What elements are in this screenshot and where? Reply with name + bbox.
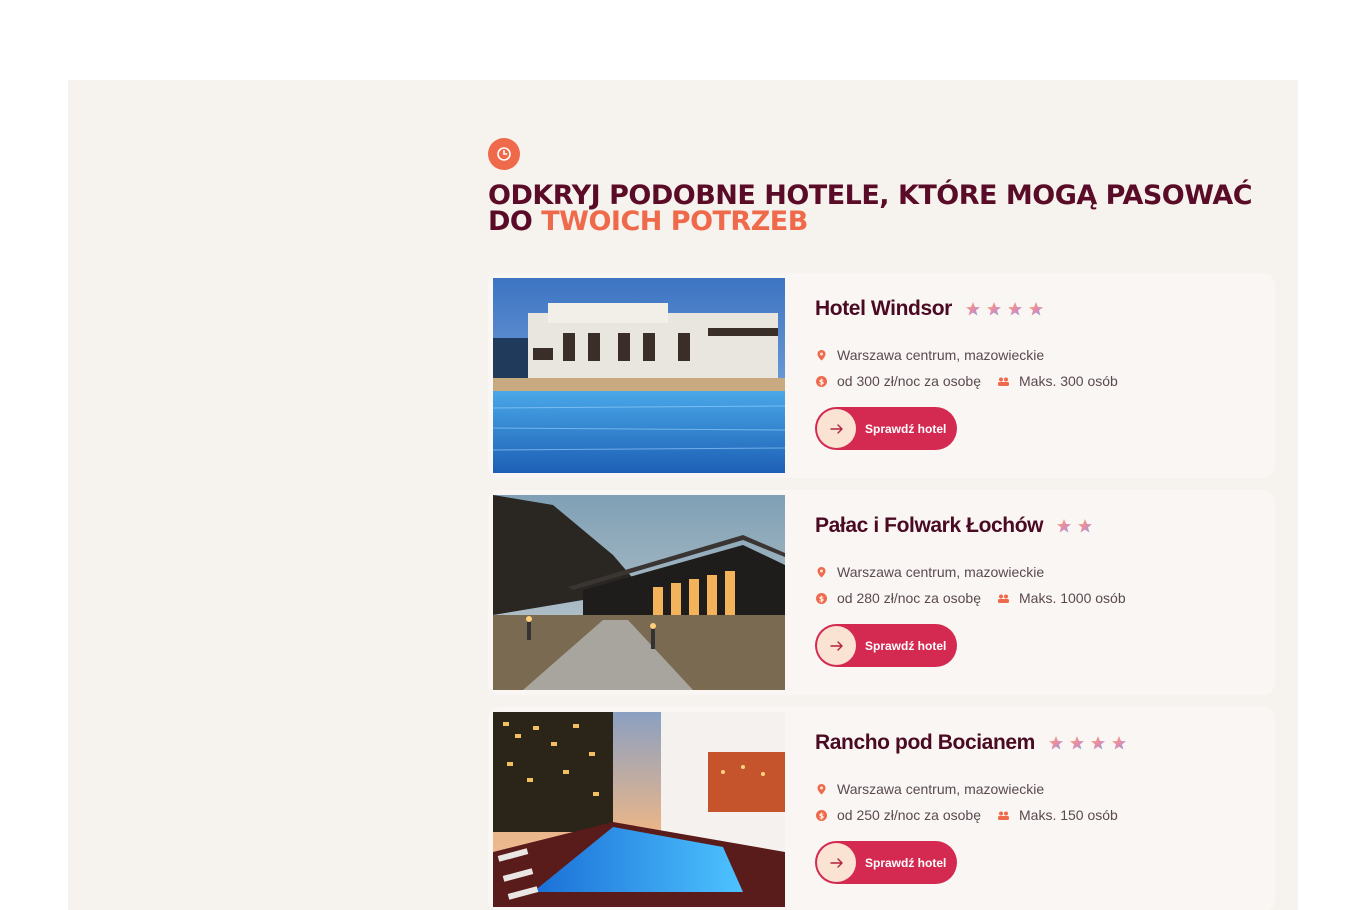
rating-stars xyxy=(1048,735,1127,751)
arrow-right-icon xyxy=(817,409,856,448)
location-pin-icon xyxy=(815,349,828,362)
hotel-photo[interactable] xyxy=(493,495,785,690)
star-icon xyxy=(965,302,980,316)
hotel-name[interactable]: Hotel Windsor xyxy=(815,297,952,321)
price-text: od 250 zł/noc za osobę xyxy=(837,807,981,823)
hotel-name[interactable]: Rancho pod Bocianem xyxy=(815,731,1035,755)
arrow-right-icon xyxy=(817,626,856,665)
arrow-right-icon xyxy=(817,843,856,882)
svg-text:$: $ xyxy=(819,594,824,603)
hotel-price-capacity: $ od 300 zł/noc za osobę Maks. 300 osób xyxy=(815,373,1118,389)
coin-icon: $ xyxy=(815,375,828,388)
check-hotel-button[interactable]: Sprawdź hotel xyxy=(815,407,957,450)
star-icon xyxy=(1007,302,1022,316)
capacity-text: Maks. 150 osób xyxy=(1019,807,1118,823)
coin-icon: $ xyxy=(815,592,828,605)
star-icon xyxy=(1057,519,1072,533)
star-icon xyxy=(986,302,1001,316)
hotel-price-capacity: $ od 280 zł/noc za osobę Maks. 1000 osób xyxy=(815,590,1126,606)
check-hotel-button[interactable]: Sprawdź hotel xyxy=(815,841,957,884)
heading-accent: TWOICH POTRZEB xyxy=(541,206,808,237)
hotel-photo[interactable] xyxy=(493,278,785,473)
clock-icon xyxy=(488,138,520,170)
location-text: Warszawa centrum, mazowieckie xyxy=(837,781,1045,797)
hotel-card: Rancho pod Bocianem Warszawa centrum, ma… xyxy=(488,707,1275,910)
price-text: od 280 zł/noc za osobę xyxy=(837,590,981,606)
hotel-price-capacity: $ od 250 zł/noc za osobę Maks. 150 osób xyxy=(815,807,1118,823)
svg-text:$: $ xyxy=(819,377,824,386)
people-icon xyxy=(997,809,1010,822)
star-icon xyxy=(1048,736,1063,750)
hotel-location: Warszawa centrum, mazowieckie xyxy=(815,347,1044,363)
hotel-location: Warszawa centrum, mazowieckie xyxy=(815,781,1044,797)
button-label: Sprawdź hotel xyxy=(865,638,947,653)
star-icon xyxy=(1090,736,1105,750)
check-hotel-button[interactable]: Sprawdź hotel xyxy=(815,624,957,667)
people-icon xyxy=(997,375,1010,388)
star-icon xyxy=(1111,736,1126,750)
star-icon xyxy=(1078,519,1093,533)
star-icon xyxy=(1069,736,1084,750)
hotel-location: Warszawa centrum, mazowieckie xyxy=(815,564,1044,580)
hotel-card: Pałac i Folwark Łochów Warszawa centrum,… xyxy=(488,490,1275,695)
rating-stars xyxy=(1056,518,1093,534)
hotel-photo[interactable] xyxy=(493,712,785,907)
location-pin-icon xyxy=(815,566,828,579)
capacity-text: Maks. 300 osób xyxy=(1019,373,1118,389)
star-icon xyxy=(1028,302,1043,316)
hotel-name[interactable]: Pałac i Folwark Łochów xyxy=(815,514,1044,538)
location-text: Warszawa centrum, mazowieckie xyxy=(837,564,1045,580)
price-text: od 300 zł/noc za osobę xyxy=(837,373,981,389)
rating-stars xyxy=(965,301,1044,317)
coin-icon: $ xyxy=(815,809,828,822)
people-icon xyxy=(997,592,1010,605)
location-pin-icon xyxy=(815,783,828,796)
location-text: Warszawa centrum, mazowieckie xyxy=(837,347,1045,363)
hotel-card: Hotel Windsor Warszawa centrum, mazowiec… xyxy=(488,273,1275,478)
button-label: Sprawdź hotel xyxy=(865,421,947,436)
section-heading: ODKRYJ PODOBNE HOTELE, KTÓRE MOGĄ PASOWA… xyxy=(488,182,1268,237)
capacity-text: Maks. 1000 osób xyxy=(1019,590,1126,606)
svg-text:$: $ xyxy=(819,811,824,820)
button-label: Sprawdź hotel xyxy=(865,855,947,870)
